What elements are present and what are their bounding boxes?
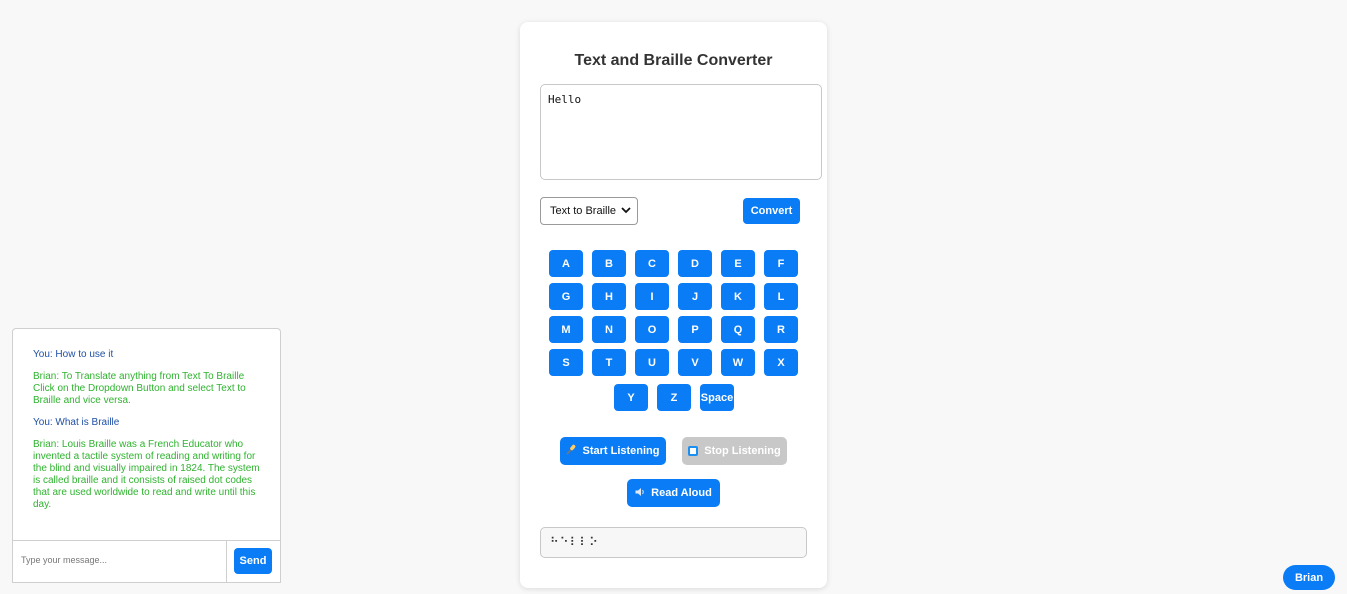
chat-panel: You: How to use it Brian: To Translate a…: [12, 328, 281, 583]
key-s[interactable]: S: [549, 349, 583, 376]
key-z[interactable]: Z: [657, 384, 691, 411]
key-e[interactable]: E: [721, 250, 755, 277]
key-u[interactable]: U: [635, 349, 669, 376]
key-q[interactable]: Q: [721, 316, 755, 343]
key-h[interactable]: H: [592, 283, 626, 310]
chat-input-row: Type your message... Send: [13, 540, 280, 582]
key-p[interactable]: P: [678, 316, 712, 343]
chat-message-user: You: What is Braille: [33, 417, 120, 428]
speaker-icon: [635, 487, 646, 500]
chat-message-bot: Brian: To Translate anything from Text T…: [33, 371, 246, 406]
key-c[interactable]: C: [635, 250, 669, 277]
key-f[interactable]: F: [764, 250, 798, 277]
key-space[interactable]: Space: [700, 384, 734, 411]
chat-toggle-button[interactable]: Brian: [1283, 565, 1335, 590]
read-aloud-label: Read Aloud: [651, 487, 712, 499]
stop-listening-label: Stop Listening: [704, 445, 781, 457]
key-n[interactable]: N: [592, 316, 626, 343]
key-j[interactable]: J: [678, 283, 712, 310]
chevron-down-icon: [621, 205, 631, 218]
key-t[interactable]: T: [592, 349, 626, 376]
stop-listening-button[interactable]: Stop Listening: [682, 437, 787, 465]
mode-dropdown[interactable]: Text to Braille: [540, 197, 638, 225]
braille-output: ⠓⠑⠇⠇⠕: [540, 527, 807, 558]
key-l[interactable]: L: [764, 283, 798, 310]
key-y[interactable]: Y: [614, 384, 648, 411]
chat-message-input[interactable]: Type your message...: [13, 541, 227, 582]
page-title: Text and Braille Converter: [574, 52, 773, 69]
key-b[interactable]: B: [592, 250, 626, 277]
key-g[interactable]: G: [549, 283, 583, 310]
key-m[interactable]: M: [549, 316, 583, 343]
key-i[interactable]: I: [635, 283, 669, 310]
key-v[interactable]: V: [678, 349, 712, 376]
mode-dropdown-value: Text to Braille: [550, 205, 617, 217]
chat-log: You: How to use it Brian: To Translate a…: [33, 349, 265, 521]
send-button[interactable]: Send: [234, 548, 272, 574]
key-o[interactable]: O: [635, 316, 669, 343]
chat-message-bot: Brian: Louis Braille was a French Educat…: [33, 439, 260, 510]
key-r[interactable]: R: [764, 316, 798, 343]
key-x[interactable]: X: [764, 349, 798, 376]
start-listening-button[interactable]: Start Listening: [560, 437, 666, 465]
key-a[interactable]: A: [549, 250, 583, 277]
key-w[interactable]: W: [721, 349, 755, 376]
chat-message-user: You: How to use it: [33, 349, 114, 360]
key-k[interactable]: K: [721, 283, 755, 310]
microphone-icon: [566, 444, 577, 458]
key-d[interactable]: D: [678, 250, 712, 277]
convert-button[interactable]: Convert: [743, 198, 800, 224]
start-listening-label: Start Listening: [582, 445, 660, 457]
stop-icon: [688, 446, 699, 456]
text-input-area[interactable]: Hello: [540, 84, 822, 180]
read-aloud-button[interactable]: Read Aloud: [627, 479, 720, 507]
converter-card: Text and Braille Converter Hello Text to…: [520, 22, 827, 588]
